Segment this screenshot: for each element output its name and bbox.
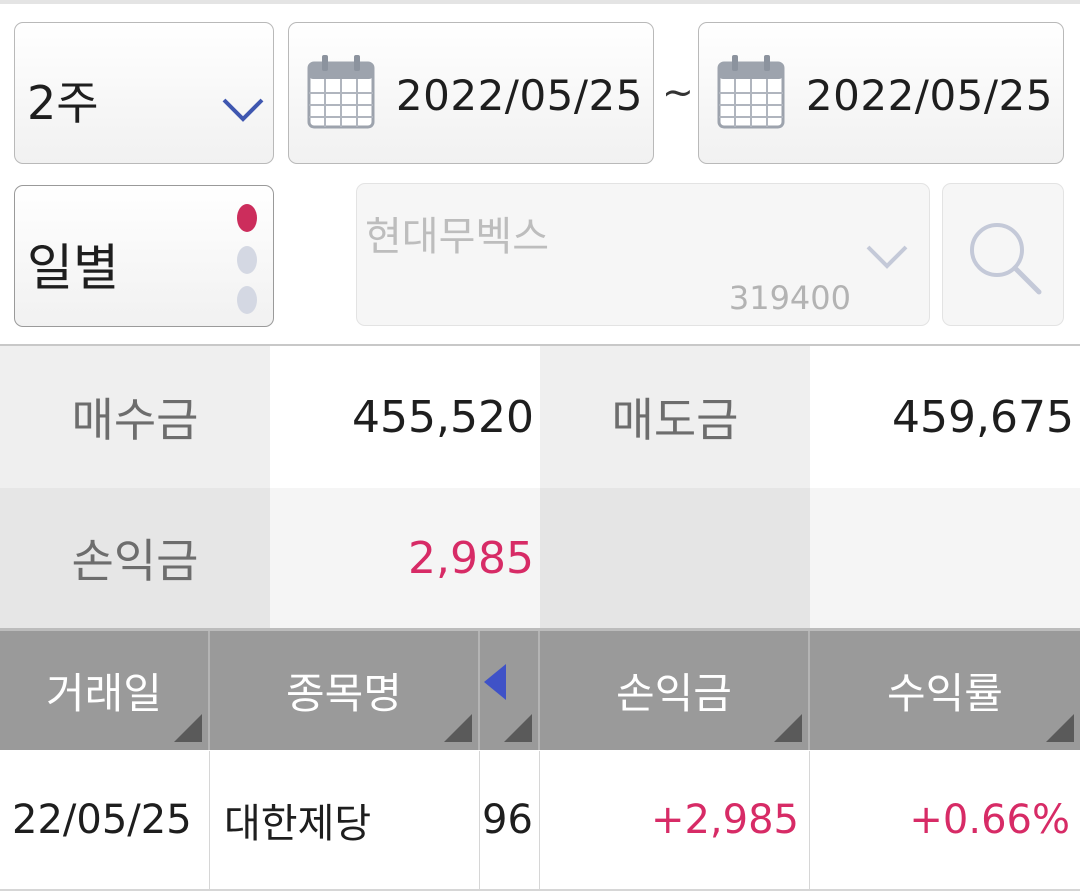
view-mode-label: 일별	[27, 239, 119, 297]
column-header-profit[interactable]: 손익금	[540, 631, 810, 750]
date-from-value: 2022/05/25	[395, 71, 643, 120]
column-header-label: 종목명	[286, 669, 402, 718]
search-icon	[970, 223, 1042, 295]
profit-amount-label: 손익금	[0, 488, 270, 628]
mode-indicator	[237, 246, 257, 274]
profit-amount-value: 2,985	[270, 488, 540, 628]
sort-corner-icon	[1046, 714, 1074, 742]
sort-corner-icon	[444, 714, 472, 742]
row-divider	[0, 889, 1080, 891]
chevron-down-icon	[222, 98, 264, 122]
period-dropdown[interactable]: 2주	[14, 22, 274, 164]
period-label: 2주	[27, 76, 99, 130]
search-button[interactable]	[942, 183, 1064, 326]
table-row-name[interactable]: 대한제당	[210, 751, 480, 889]
sell-amount-label: 매도금	[540, 346, 810, 488]
date-from-picker[interactable]: 2022/05/25	[288, 22, 654, 164]
sort-corner-icon	[174, 714, 202, 742]
column-header-label: 수익률	[887, 669, 1003, 718]
buy-amount-label: 매수금	[0, 346, 270, 488]
stock-code: 319400	[728, 279, 851, 317]
table-row-extra[interactable]: 96	[480, 751, 540, 889]
empty-label-cell	[540, 488, 810, 628]
column-scroll-left[interactable]	[480, 631, 540, 750]
sort-corner-icon	[774, 714, 802, 742]
stock-name: 현대무벡스	[365, 214, 549, 260]
sort-corner-icon	[504, 714, 532, 742]
date-to-picker[interactable]: 2022/05/25	[698, 22, 1064, 164]
scroll-left-arrow-icon	[484, 663, 506, 700]
table-row-rate[interactable]: +0.66%	[810, 751, 1080, 889]
table-row-profit[interactable]: +2,985	[540, 751, 810, 889]
calendar-icon	[307, 55, 375, 129]
mode-indicator	[237, 286, 257, 314]
view-mode-toggle[interactable]: 일별	[14, 185, 274, 327]
calendar-icon	[717, 55, 785, 129]
column-header-rate[interactable]: 수익률	[810, 631, 1080, 750]
mode-indicator-active	[237, 204, 257, 232]
column-header-label: 거래일	[46, 669, 162, 718]
empty-value-cell	[810, 488, 1080, 628]
date-range-separator: ~	[662, 70, 694, 114]
buy-amount-value: 455,520	[270, 346, 540, 488]
date-to-value: 2022/05/25	[805, 71, 1053, 120]
top-divider	[0, 0, 1080, 4]
sell-amount-value: 459,675	[810, 346, 1080, 488]
stock-selector[interactable]: 현대무벡스 319400	[356, 183, 930, 326]
chevron-down-icon	[866, 245, 908, 269]
column-header-date[interactable]: 거래일	[0, 631, 210, 750]
table-row-date[interactable]: 22/05/25	[0, 751, 210, 889]
column-header-name[interactable]: 종목명	[210, 631, 480, 750]
column-header-label: 손익금	[616, 669, 732, 718]
